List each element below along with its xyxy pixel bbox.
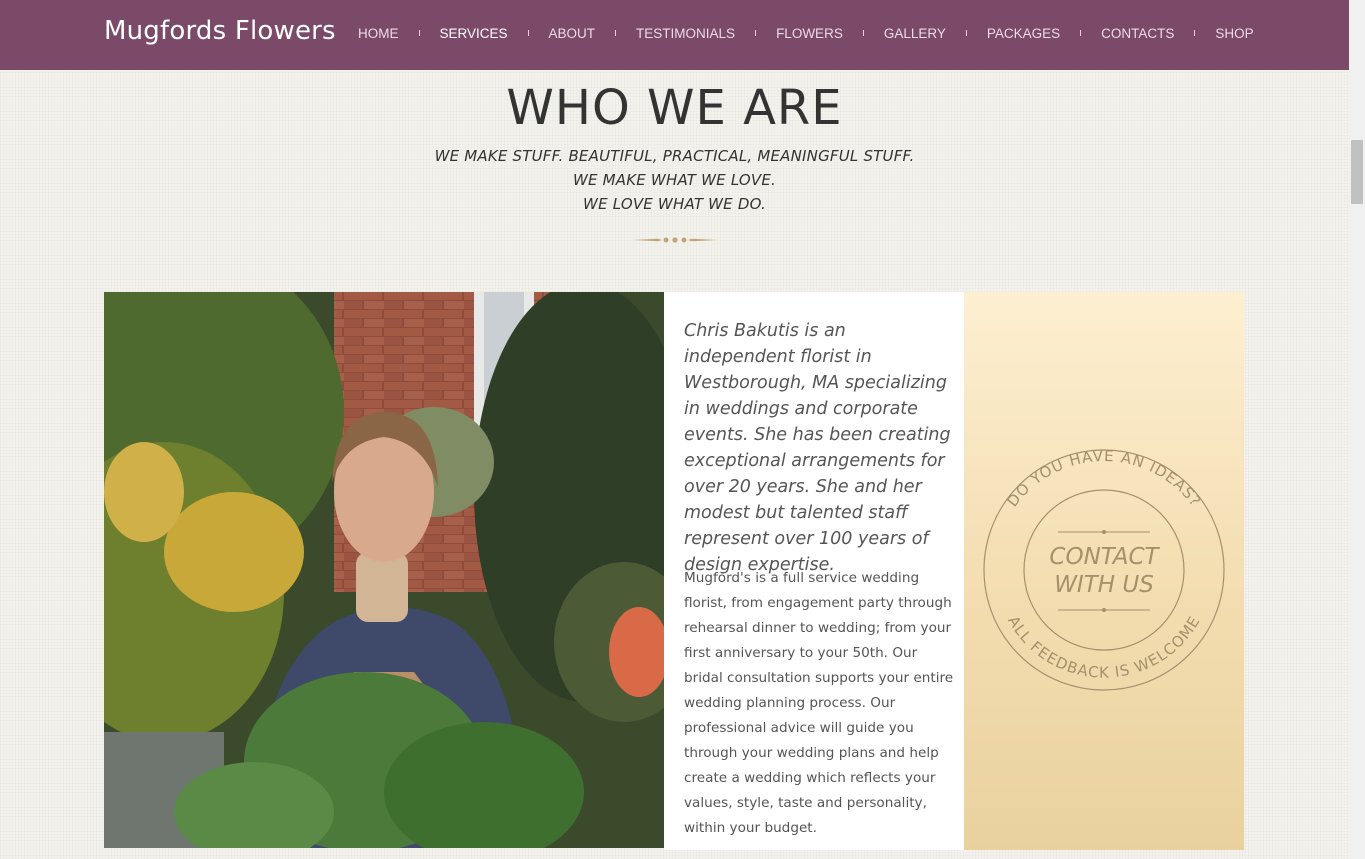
nav-separator bbox=[862, 29, 864, 36]
svg-text:ALL FEEDBACK IS WELCOME: ALL FEEDBACK IS WELCOME bbox=[1004, 613, 1204, 682]
page-scrollbar-thumb[interactable] bbox=[1351, 140, 1363, 204]
nav-item-flowers[interactable]: FLOWERS bbox=[776, 26, 843, 41]
svg-text:DO YOU HAVE AN IDEAS?: DO YOU HAVE AN IDEAS? bbox=[1003, 447, 1204, 510]
badge-arc-bottom-text: ALL FEEDBACK IS WELCOME bbox=[1004, 613, 1203, 682]
nav-separator bbox=[615, 29, 617, 36]
ornament-divider-icon bbox=[632, 237, 718, 243]
nav-item-home[interactable]: HOME bbox=[358, 26, 399, 41]
nav-item-about[interactable]: ABOUT bbox=[549, 26, 596, 41]
florist-portrait-photo bbox=[104, 292, 664, 848]
about-lead-text: Chris Bakutis is an independent florist … bbox=[684, 321, 951, 575]
site-logo[interactable]: Mugfords Flowers bbox=[104, 16, 336, 46]
contact-line-1: CONTACT bbox=[1049, 544, 1160, 570]
nav-item-services[interactable]: SERVICES bbox=[440, 26, 508, 41]
site-header: Mugfords Flowers HOME SERVICES ABOUT TES… bbox=[0, 0, 1349, 70]
nav-separator bbox=[1194, 29, 1196, 36]
nav-item-gallery[interactable]: GALLERY bbox=[884, 26, 946, 41]
tagline-line-1: WE MAKE STUFF. BEAUTIFUL, PRACTICAL, MEA… bbox=[434, 147, 915, 165]
nav-separator bbox=[965, 29, 967, 36]
badge-arc-top-text: DO YOU HAVE AN IDEAS? bbox=[1003, 447, 1203, 510]
tagline-line-2: WE MAKE WHAT WE LOVE. bbox=[572, 171, 777, 189]
section-title: WHO WE ARE bbox=[506, 80, 843, 136]
tagline-line-3: WE LOVE WHAT WE DO. bbox=[583, 195, 766, 213]
main-nav: HOME SERVICES ABOUT TESTIMONIALS FLOWERS… bbox=[358, 26, 1254, 41]
nav-separator bbox=[418, 29, 420, 36]
nav-separator bbox=[755, 29, 757, 36]
nav-item-testimonials[interactable]: TESTIMONIALS bbox=[636, 26, 735, 41]
contact-with-us-panel[interactable]: DO YOU HAVE AN IDEAS? ALL FEEDBACK IS WE… bbox=[964, 292, 1244, 850]
page-scrollbar-track[interactable] bbox=[1349, 0, 1365, 859]
nav-item-shop[interactable]: SHOP bbox=[1215, 26, 1253, 41]
nav-item-packages[interactable]: PACKAGES bbox=[987, 26, 1060, 41]
badge-inner-ring bbox=[1023, 489, 1185, 651]
nav-separator bbox=[1080, 29, 1082, 36]
contact-badge[interactable]: DO YOU HAVE AN IDEAS? ALL FEEDBACK IS WE… bbox=[964, 292, 1244, 850]
contact-line-2: WITH US bbox=[1054, 572, 1154, 598]
nav-separator bbox=[527, 29, 529, 36]
about-body-text: Mugford's is a full service wedding flor… bbox=[684, 570, 954, 836]
nav-item-contacts[interactable]: CONTACTS bbox=[1101, 26, 1174, 41]
